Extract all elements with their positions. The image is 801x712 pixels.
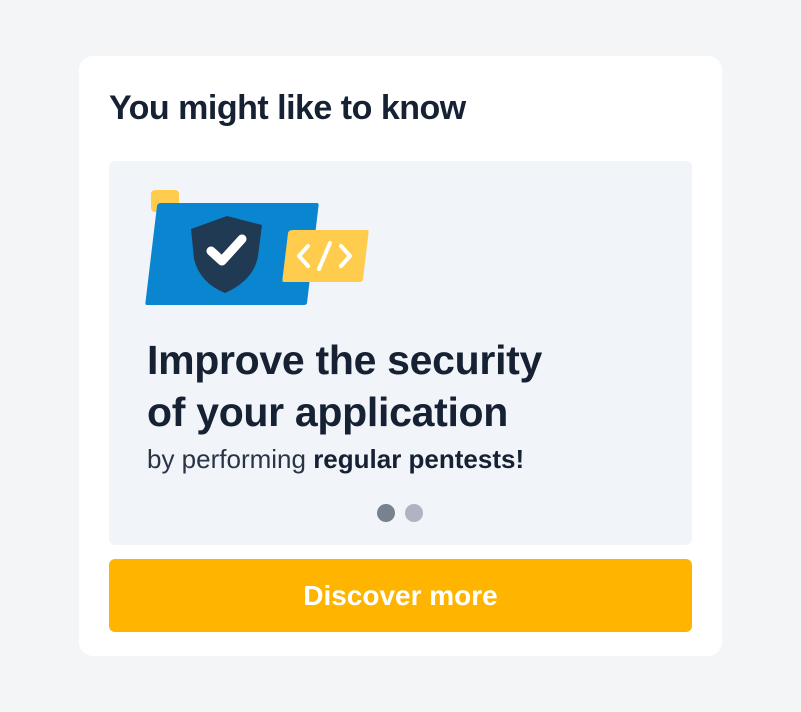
carousel-pagination (377, 504, 423, 522)
promo-headline-line-2: of your application (147, 389, 509, 435)
code-brackets-icon (282, 230, 369, 282)
carousel-dot-2[interactable] (405, 504, 423, 522)
recommendation-card: You might like to know Improve the secur… (79, 56, 722, 656)
promo-subline: by performing regular pentests! (147, 442, 524, 476)
carousel-dot-1[interactable] (377, 504, 395, 522)
discover-more-button[interactable]: Discover more (109, 559, 692, 632)
promo-subline-emphasis: regular pentests! (313, 444, 525, 474)
promo-carousel-slide: Improve the security of your application… (109, 161, 692, 545)
promo-headline: Improve the security of your application (147, 334, 542, 438)
card-title: You might like to know (109, 89, 466, 127)
promo-subline-text: by performing (147, 444, 314, 474)
promo-headline-line-1: Improve the security (147, 337, 543, 383)
security-illustration (145, 190, 369, 305)
